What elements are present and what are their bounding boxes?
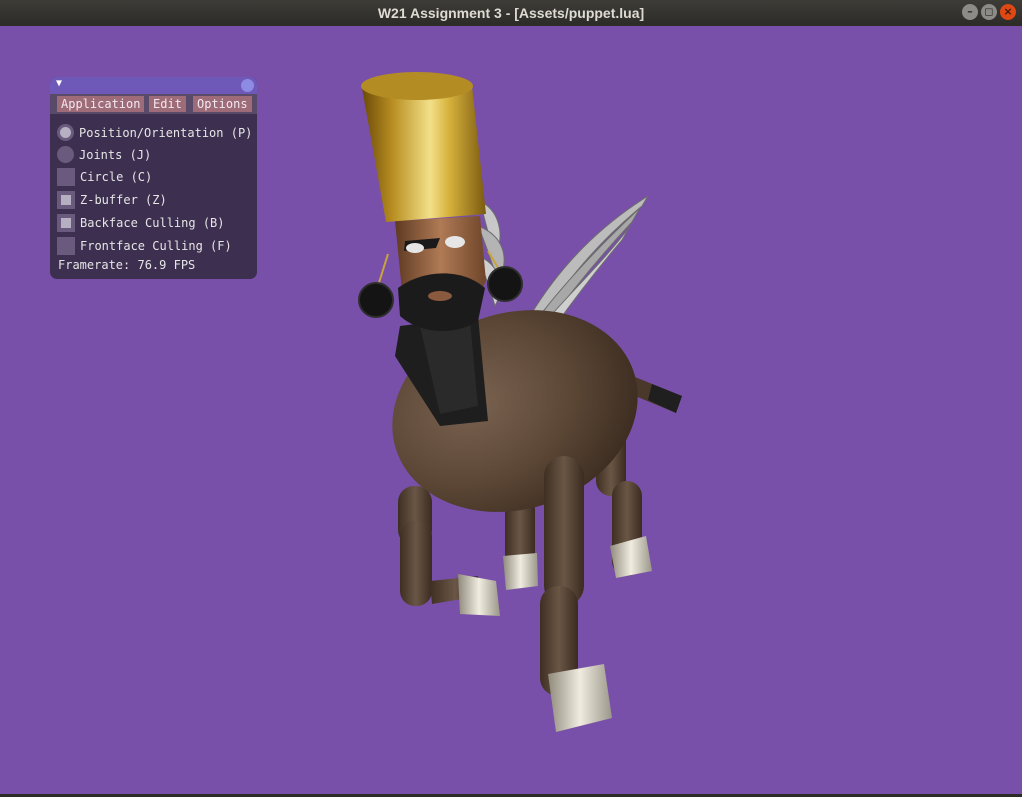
left-earring [358,253,394,318]
mode-position-orientation[interactable]: Position/Orientation (P) [57,123,252,142]
close-button[interactable]: × [1000,4,1016,20]
option-backface-culling[interactable]: Backface Culling (B) [57,213,225,232]
checkbox-zbuffer[interactable] [57,190,75,209]
puppet-hat [361,72,486,222]
window-controls: – ◻ × [962,4,1016,20]
option-label: Backface Culling (B) [80,215,225,230]
control-panel[interactable]: ▼ Application Edit Options Position/Orie… [50,77,257,279]
option-label: Z-buffer (Z) [80,192,167,207]
front-right-leg [540,456,612,732]
right-wing [529,195,649,327]
puppet-head [395,216,486,332]
menu-application[interactable]: Application [57,96,145,112]
panel-menubar: Application Edit Options [50,94,257,114]
option-label: Circle (C) [80,169,153,184]
framerate-readout: Framerate: 76.9 FPS [58,258,196,272]
checkbox-circle[interactable] [57,167,75,186]
mode-label: Position/Orientation (P) [79,125,253,140]
mode-joints[interactable]: Joints (J) [57,145,151,164]
collapse-arrow-icon[interactable]: ▼ [56,78,62,89]
panel-close-icon[interactable] [241,79,254,92]
window-titlebar[interactable]: W21 Assignment 3 - [Assets/puppet.lua] –… [0,0,1022,26]
panel-titlebar[interactable]: ▼ [50,77,257,94]
menu-options[interactable]: Options [193,96,252,112]
right-earring [487,250,523,302]
option-label: Frontface Culling (F) [80,238,232,253]
render-viewport[interactable]: ▼ Application Edit Options Position/Orie… [0,26,1022,794]
mode-label: Joints (J) [79,147,152,162]
window-title: W21 Assignment 3 - [Assets/puppet.lua] [377,5,645,21]
option-zbuffer[interactable]: Z-buffer (Z) [57,190,167,209]
menu-edit[interactable]: Edit [149,96,186,112]
option-frontface-culling[interactable]: Frontface Culling (F) [57,236,232,255]
radio-joints[interactable] [57,146,74,163]
maximize-button[interactable]: ◻ [981,4,997,20]
checkbox-backface-culling[interactable] [57,213,75,232]
minimize-button[interactable]: – [962,4,978,20]
radio-position-orientation[interactable] [57,124,74,141]
checkbox-frontface-culling[interactable] [57,236,75,255]
option-circle[interactable]: Circle (C) [57,167,152,186]
